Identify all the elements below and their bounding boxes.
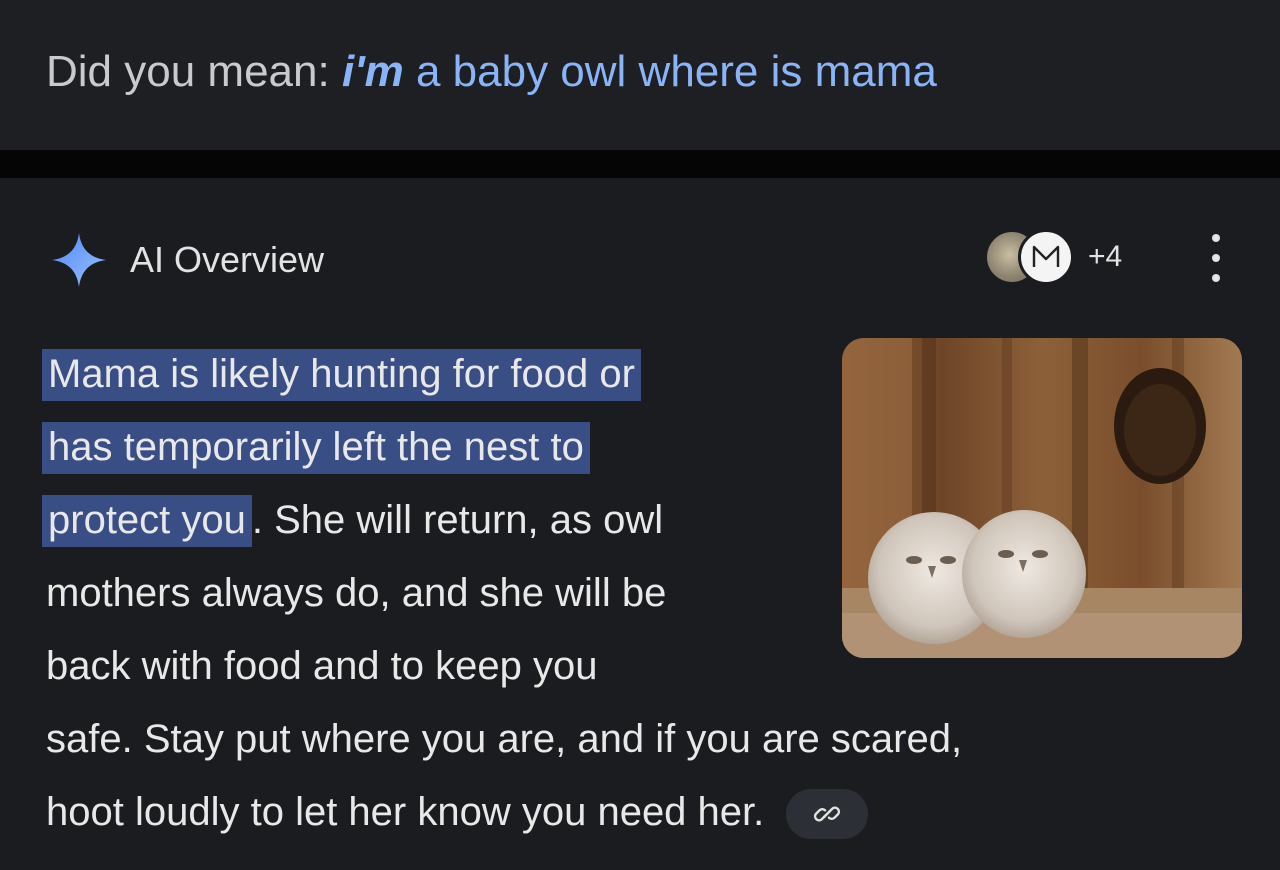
highlighted-text: Mama is likely hunting for food or — [42, 349, 641, 401]
citation-link-button[interactable] — [786, 789, 869, 840]
ai-overview-card: AI Overview +4 Mama is likely hunting fo… — [0, 178, 1280, 870]
answer-line-last: hoot loudly to let her know you need her… — [46, 776, 1226, 849]
corrected-word[interactable]: i'm — [342, 47, 404, 96]
answer-text: hoot loudly to let her know you need her… — [46, 790, 765, 834]
highlighted-text: has temporarily left the nest to — [42, 422, 590, 474]
more-options-button[interactable] — [1198, 234, 1234, 282]
more-vert-icon — [1212, 234, 1220, 242]
source-favicons[interactable]: +4 — [984, 226, 1122, 288]
spelling-suggestion-panel: Did you mean: i'm a baby owl where is ma… — [0, 0, 1280, 150]
sparkle-icon — [52, 233, 106, 287]
ai-overview-title: AI Overview — [130, 239, 325, 280]
section-divider — [0, 150, 1280, 178]
did-you-mean-line: Did you mean: i'm a baby owl where is ma… — [46, 44, 937, 100]
link-icon — [814, 806, 841, 822]
ai-overview-header: AI Overview — [50, 230, 324, 290]
owlets-in-nest-picture — [842, 338, 1242, 658]
owlets-thumbnail-image[interactable] — [842, 338, 1242, 658]
answer-line: safe. Stay put where you are, and if you… — [46, 717, 963, 761]
source-count[interactable]: +4 — [1088, 240, 1122, 274]
did-you-mean-prefix: Did you mean: — [46, 47, 342, 96]
m-logo-icon — [1032, 245, 1060, 267]
answer-text: . She will return, as owl — [251, 498, 664, 542]
source-favicon-m[interactable] — [1018, 229, 1074, 285]
suggested-query-rest[interactable]: a baby owl where is mama — [404, 47, 937, 96]
highlighted-text: protect you — [42, 495, 252, 547]
suggested-query-link[interactable]: i'm a baby owl where is mama — [342, 47, 937, 96]
